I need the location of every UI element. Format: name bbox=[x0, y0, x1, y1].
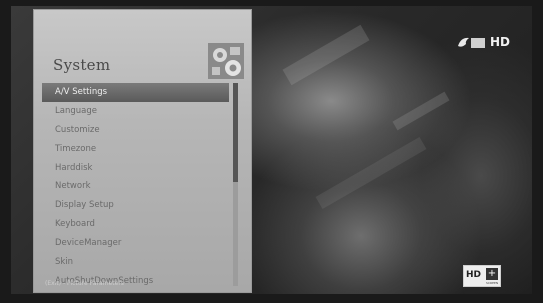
hd-label: HD bbox=[490, 35, 511, 49]
menu-item-timezone[interactable]: Timezone bbox=[42, 140, 229, 159]
system-menu-list: A/V Settings Language Customize Timezone… bbox=[42, 83, 229, 291]
badge-subtext: SCREEN bbox=[486, 281, 499, 285]
video-background-streak bbox=[315, 136, 427, 210]
menu-scrollbar[interactable] bbox=[233, 83, 238, 286]
menu-item-harddisk[interactable]: Harddisk bbox=[42, 159, 229, 178]
help-hint: (Exit) - Picture Parameters bbox=[45, 280, 124, 287]
video-background bbox=[282, 24, 370, 86]
menu-item-network[interactable]: Network bbox=[42, 177, 229, 196]
video-background-streak bbox=[392, 91, 450, 131]
menu-item-customize[interactable]: Customize bbox=[42, 121, 229, 140]
settings-gears-icon bbox=[208, 43, 244, 79]
hd-plus-badge: HD + SCREEN bbox=[463, 265, 501, 287]
system-menu-panel: System A/V Settings Language Customize T… bbox=[33, 9, 252, 293]
plus-icon: + bbox=[486, 268, 498, 280]
menu-item-language[interactable]: Language bbox=[42, 102, 229, 121]
menu-item-device-manager[interactable]: DeviceManager bbox=[42, 234, 229, 253]
menu-item-av-settings[interactable]: A/V Settings bbox=[42, 83, 229, 102]
menu-item-keyboard[interactable]: Keyboard bbox=[42, 215, 229, 234]
menu-item-skin[interactable]: Skin bbox=[42, 253, 229, 272]
badge-hd-text: HD bbox=[466, 270, 482, 280]
menu-item-display-setup[interactable]: Display Setup bbox=[42, 196, 229, 215]
panel-title: System bbox=[53, 56, 111, 74]
scrollbar-thumb[interactable] bbox=[233, 83, 238, 183]
